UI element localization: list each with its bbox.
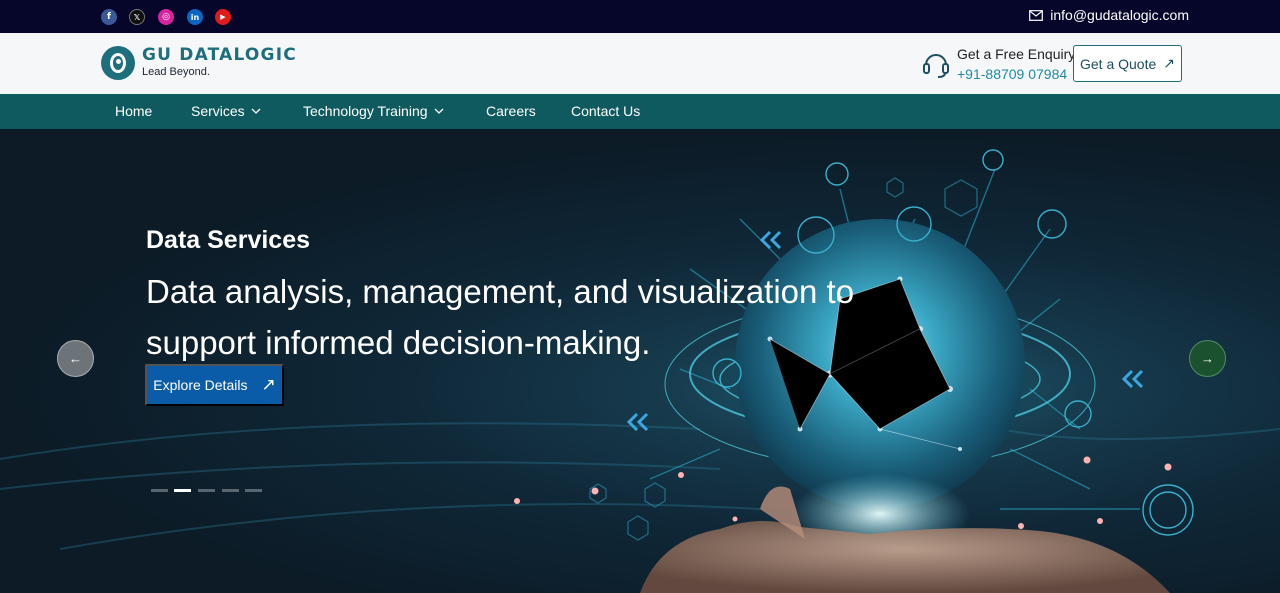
- arrow-up-right-icon: ↗: [1163, 55, 1175, 71]
- mail-icon: [1029, 9, 1044, 21]
- brand-name[interactable]: GU DATALOGIC: [142, 45, 297, 65]
- nav-item-contact-us[interactable]: Contact Us: [571, 103, 640, 119]
- next-slide-button[interactable]: →: [1189, 340, 1226, 377]
- explore-details-button[interactable]: Explore Details ↗: [145, 364, 284, 406]
- nav-item-technology-training[interactable]: Technology Training: [303, 103, 444, 119]
- slide-dot-5[interactable]: [245, 489, 262, 492]
- slide-dot-4[interactable]: [222, 489, 239, 492]
- linkedin-icon[interactable]: in: [187, 9, 203, 25]
- nav-label: Home: [115, 103, 153, 119]
- top-bar: f 𝕏 ◎ in ▶ info@gudatalogic.com: [0, 0, 1280, 33]
- youtube-icon[interactable]: ▶: [215, 9, 231, 25]
- nav-item-careers[interactable]: Careers: [486, 103, 536, 119]
- slide-dot-3[interactable]: [198, 489, 215, 492]
- brand-tagline: Lead Beyond.: [142, 66, 210, 78]
- nav-label: Careers: [486, 103, 536, 119]
- main-nav: Home Services Technology Training Career…: [0, 94, 1280, 129]
- hero-slider: Data Services Data analysis, management,…: [0, 129, 1280, 593]
- slide-dot-1[interactable]: [151, 489, 168, 492]
- nav-label: Technology Training: [303, 103, 428, 119]
- instagram-icon[interactable]: ◎: [158, 9, 174, 25]
- get-quote-button[interactable]: Get a Quote ↗: [1073, 45, 1182, 82]
- nav-label: Services: [191, 103, 245, 119]
- email-contact[interactable]: info@gudatalogic.com: [1029, 7, 1189, 23]
- previous-slide-button[interactable]: ←: [57, 340, 94, 377]
- slide-dot-2[interactable]: [174, 489, 191, 492]
- arrow-left-icon: ←: [69, 351, 82, 366]
- get-quote-label: Get a Quote: [1079, 55, 1157, 72]
- nav-item-services[interactable]: Services: [191, 103, 261, 119]
- arrow-right-icon: →: [1201, 351, 1214, 366]
- enquiry-phone-link[interactable]: +91-88709 07984: [957, 66, 1067, 82]
- logo-icon[interactable]: [101, 46, 135, 80]
- enquiry-label: Get a Free Enquiry: [957, 46, 1076, 62]
- x-icon[interactable]: 𝕏: [129, 9, 145, 25]
- hero-kicker: Data Services: [146, 226, 311, 254]
- arrow-up-right-icon: ↗: [261, 375, 276, 394]
- hero-headline: Data analysis, management, and visualiza…: [146, 273, 855, 361]
- chevron-down-icon: [251, 108, 261, 114]
- facebook-icon[interactable]: f: [101, 9, 117, 25]
- nav-label: Contact Us: [571, 103, 641, 119]
- chevron-down-icon: [434, 108, 443, 114]
- nav-item-home[interactable]: Home: [115, 103, 152, 119]
- email-address: info@gudatalogic.com: [1050, 7, 1189, 23]
- site-header: GU DATALOGIC Lead Beyond. Get a Free Enq…: [0, 33, 1280, 94]
- headset-icon: [923, 54, 949, 78]
- explore-details-label: Explore Details: [153, 377, 248, 393]
